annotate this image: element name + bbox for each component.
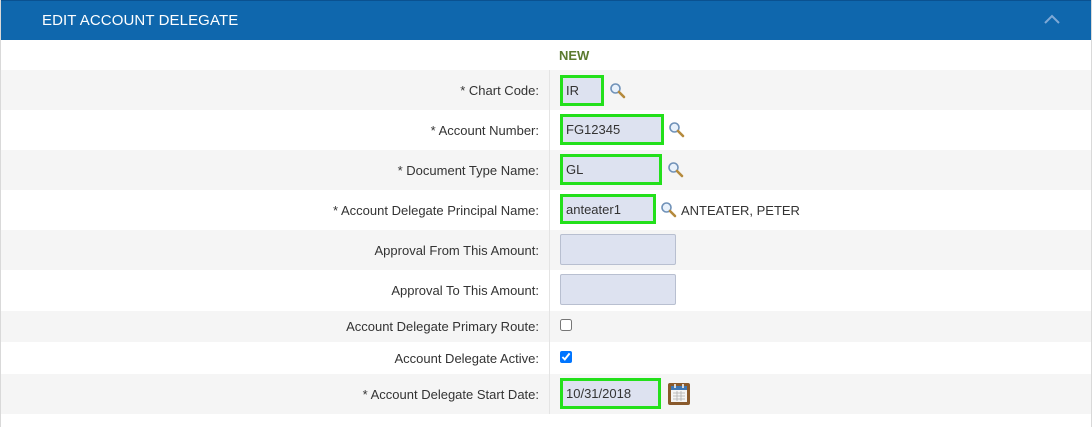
row-active: Account Delegate Active: — [1, 342, 1091, 374]
row-account-number: * Account Number: — [1, 110, 1091, 150]
approval-from-input[interactable] — [560, 234, 676, 265]
row-divider — [549, 150, 550, 190]
row-divider — [549, 311, 550, 342]
magnifier-icon — [668, 121, 685, 138]
row-divider — [549, 190, 550, 230]
approval-to-label: Approval To This Amount: — [391, 283, 539, 298]
primary-route-label: Account Delegate Primary Route: — [346, 319, 539, 334]
row-principal-name: * Account Delegate Principal Name: ANTEA… — [1, 190, 1091, 230]
primary-route-checkbox[interactable] — [560, 319, 572, 331]
magnifier-icon — [667, 161, 684, 178]
row-divider — [549, 70, 550, 110]
new-column-heading: NEW — [559, 48, 590, 63]
row-start-date: * Account Delegate Start Date: — [1, 374, 1091, 414]
row-divider — [549, 374, 550, 414]
approval-to-input[interactable] — [560, 274, 676, 305]
principal-name-lookup-button[interactable] — [660, 201, 677, 218]
account-number-input[interactable] — [560, 114, 664, 145]
document-type-name-label: * Document Type Name: — [397, 163, 539, 178]
active-label: Account Delegate Active: — [394, 351, 539, 366]
chevron-up-icon — [1043, 13, 1061, 25]
start-date-label: * Account Delegate Start Date: — [362, 387, 539, 402]
row-divider — [549, 270, 550, 311]
row-primary-route: Account Delegate Primary Route: — [1, 311, 1091, 342]
magnifier-icon — [609, 82, 626, 99]
row-approval-to: Approval To This Amount: — [1, 270, 1091, 311]
chart-code-input[interactable] — [560, 75, 604, 106]
start-date-input[interactable] — [560, 378, 661, 409]
magnifier-icon — [660, 201, 677, 218]
principal-name-label: * Account Delegate Principal Name: — [333, 203, 539, 218]
form-rows: * Chart Code: * Account Number: * Docume… — [1, 70, 1091, 414]
account-number-label: * Account Number: — [430, 123, 539, 138]
chart-code-lookup-button[interactable] — [609, 82, 626, 99]
active-checkbox[interactable] — [560, 351, 572, 363]
calendar-icon — [667, 382, 691, 406]
row-approval-from: Approval From This Amount: — [1, 230, 1091, 270]
collapse-section-button[interactable] — [1043, 13, 1061, 25]
row-divider — [549, 342, 550, 374]
row-chart-code: * Chart Code: — [1, 70, 1091, 110]
account-delegate-panel: EDIT ACCOUNT DELEGATE NEW * Chart Code: … — [0, 0, 1092, 427]
chart-code-label: * Chart Code: — [460, 83, 539, 98]
document-type-lookup-button[interactable] — [667, 161, 684, 178]
principal-name-input[interactable] — [560, 194, 656, 224]
document-type-name-input[interactable] — [560, 154, 662, 185]
row-divider — [549, 110, 550, 150]
principal-resolved-name: ANTEATER, PETER — [681, 203, 800, 218]
section-title: EDIT ACCOUNT DELEGATE — [42, 12, 239, 29]
row-divider — [549, 230, 550, 270]
account-number-lookup-button[interactable] — [668, 121, 685, 138]
section-header: EDIT ACCOUNT DELEGATE — [1, 0, 1091, 40]
row-document-type-name: * Document Type Name: — [1, 150, 1091, 190]
start-date-calendar-button[interactable] — [667, 382, 691, 406]
approval-from-label: Approval From This Amount: — [374, 243, 540, 258]
